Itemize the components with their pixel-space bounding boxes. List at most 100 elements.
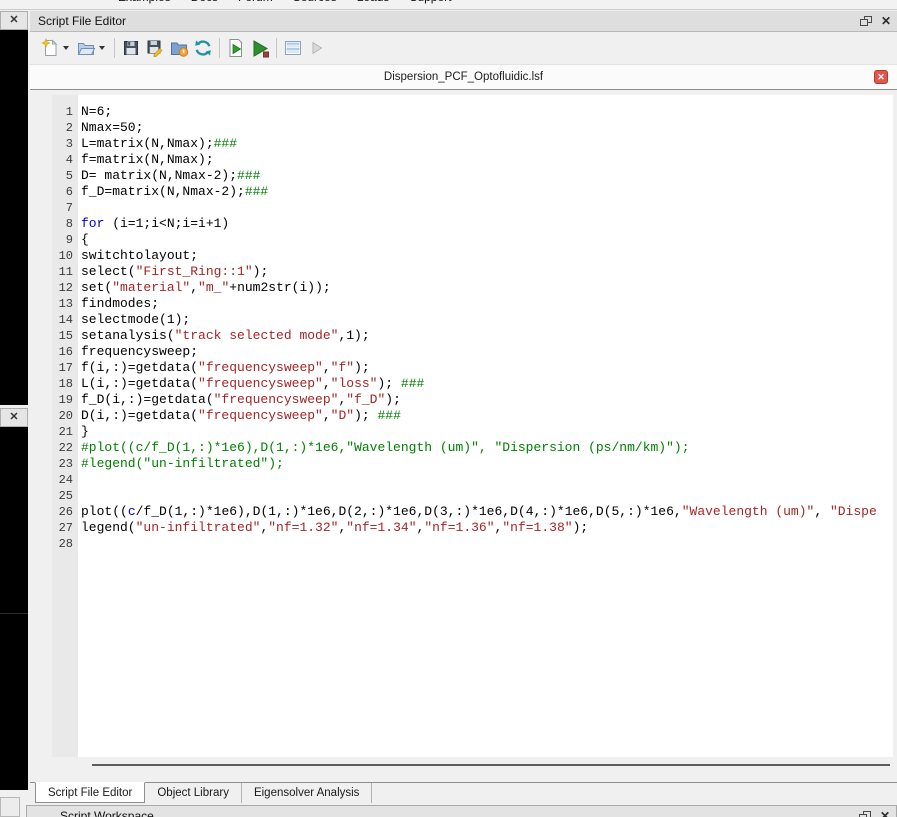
code-token: "nf=1.36" (424, 520, 494, 535)
line-number: 22 (52, 440, 78, 456)
code-line[interactable]: for (i=1;i<N;i=i+1) (81, 216, 893, 232)
code-line[interactable]: findmodes; (81, 296, 893, 312)
horizontal-scrollbar[interactable] (92, 764, 890, 766)
line-number: 4 (52, 152, 78, 168)
code-token: frequencysweep; (81, 344, 198, 359)
line-number: 27 (52, 520, 78, 536)
open-script-dropdown-icon[interactable] (99, 46, 105, 50)
code-line[interactable]: Nmax=50; (81, 120, 893, 136)
folder-badge-button[interactable] (167, 36, 191, 60)
code-token: ### (401, 376, 424, 391)
code-token: f_D=matrix(N,Nmax-2); (81, 184, 245, 199)
code-token: ); (253, 264, 269, 279)
save-button[interactable] (119, 36, 143, 60)
menu-item-support[interactable]: Support (399, 0, 461, 6)
save-as-icon (145, 38, 165, 58)
bottom-tab-bar: Script File EditorObject LibraryEigensol… (30, 782, 897, 803)
save-as-button[interactable] (143, 36, 167, 60)
code-line[interactable] (81, 488, 893, 504)
code-line[interactable] (81, 472, 893, 488)
code-line[interactable]: L=matrix(N,Nmax);### (81, 136, 893, 152)
code-line[interactable]: } (81, 424, 893, 440)
code-line[interactable]: f_D=matrix(N,Nmax-2);### (81, 184, 893, 200)
code-line[interactable]: #plot((c/f_D(1,:)*1e6),D(1,:)*1e6,"Wavel… (81, 440, 893, 456)
code-token: "m_" (198, 280, 229, 295)
code-line[interactable]: legend("un-infiltrated","nf=1.32","nf=1.… (81, 520, 893, 536)
new-script-dropdown-icon[interactable] (63, 46, 69, 50)
folder-badge-icon (169, 38, 189, 58)
code-token: , (323, 376, 331, 391)
toolbar-separator (276, 38, 277, 58)
code-token: ### (245, 184, 268, 199)
code-line[interactable]: f(i,:)=getdata("frequencysweep","f"); (81, 360, 893, 376)
tab-eigensolver-analysis[interactable]: Eigensolver Analysis (242, 783, 372, 803)
code-line[interactable]: L(i,:)=getdata("frequencysweep","loss");… (81, 376, 893, 392)
code-line[interactable]: frequencysweep; (81, 344, 893, 360)
code-token: selectmode(1); (81, 312, 190, 327)
code-token: for (81, 216, 104, 231)
tab-object-library[interactable]: Object Library (145, 783, 242, 803)
new-script-button[interactable] (38, 36, 62, 60)
float-panel-icon[interactable] (860, 16, 872, 27)
code-area[interactable]: N=6;Nmax=50;L=matrix(N,Nmax);###f=matrix… (78, 95, 893, 757)
code-token: findmodes; (81, 296, 159, 311)
line-number: 14 (52, 312, 78, 328)
run-script-file-button[interactable] (224, 36, 248, 60)
code-line[interactable]: D= matrix(N,Nmax-2);### (81, 168, 893, 184)
code-line[interactable]: set("material","m_"+num2str(i)); (81, 280, 893, 296)
code-line[interactable]: f_D(i,:)=getdata("frequencysweep","f_D")… (81, 392, 893, 408)
close-file-button[interactable]: ✕ (874, 70, 888, 84)
code-token: "nf=1.32" (268, 520, 338, 535)
menu-item-docs[interactable]: Docs (181, 0, 228, 6)
code-token: ); (354, 360, 370, 375)
line-number: 15 (52, 328, 78, 344)
code-token: "frequencysweep" (198, 408, 323, 423)
menu-item-forum[interactable]: Forum (228, 0, 283, 6)
open-script-button[interactable] (74, 36, 98, 60)
float-panel-icon[interactable] (859, 811, 871, 817)
tab-script-file-editor[interactable]: Script File Editor (35, 782, 145, 803)
code-line[interactable]: f=matrix(N,Nmax); (81, 152, 893, 168)
code-token: ### (237, 168, 260, 183)
refresh-button[interactable] (191, 36, 215, 60)
code-token: { (81, 232, 89, 247)
close-icon[interactable]: ✕ (9, 412, 18, 423)
line-number-gutter: 1234567891011121314151617181920212223242… (52, 95, 78, 757)
code-token: #legend("un-infiltrated"); (81, 456, 284, 471)
panel-title-bar: Script File Editor ✕ (30, 11, 897, 32)
code-token: "Dispe (830, 504, 877, 519)
line-number: 23 (52, 456, 78, 472)
code-line[interactable]: plot((c/f_D(1,:)*1e6),D(1,:)*1e6,D(2,:)*… (81, 504, 893, 520)
line-number: 7 (52, 200, 78, 216)
close-panel-icon[interactable]: ✕ (880, 810, 890, 817)
toolbar-separator (219, 38, 220, 58)
code-token: ); (377, 376, 400, 391)
left-dock-header-bottom: ✕ (0, 408, 28, 427)
code-line[interactable]: N=6; (81, 104, 893, 120)
script-list-icon (283, 38, 303, 58)
code-token: setanalysis( (81, 328, 175, 343)
line-number: 9 (52, 232, 78, 248)
close-icon[interactable]: ✕ (9, 15, 18, 26)
code-line[interactable] (81, 200, 893, 216)
menu-item-loads[interactable]: Loads (347, 0, 400, 6)
menu-item-examples[interactable]: Examples (108, 0, 181, 6)
code-line[interactable]: selectmode(1); (81, 312, 893, 328)
code-token: (i=1;i<N;i=i+1) (104, 216, 229, 231)
close-panel-icon[interactable]: ✕ (881, 15, 891, 27)
menu-item-sources[interactable]: Sources (283, 0, 347, 6)
code-line[interactable]: select("First_Ring::1"); (81, 264, 893, 280)
code-line[interactable]: D(i,:)=getdata("frequencysweep","D"); ##… (81, 408, 893, 424)
script-list-button[interactable] (281, 36, 305, 60)
code-line[interactable]: switchtolayout; (81, 248, 893, 264)
new-script-icon (40, 38, 60, 58)
code-line[interactable]: #legend("un-infiltrated"); (81, 456, 893, 472)
code-editor[interactable]: 1234567891011121314151617181920212223242… (52, 95, 893, 757)
code-line[interactable]: setanalysis("track selected mode",1); (81, 328, 893, 344)
code-line[interactable] (81, 536, 893, 552)
code-line[interactable]: { (81, 232, 893, 248)
run-script-file-icon (226, 38, 246, 58)
run-script-button[interactable] (248, 36, 272, 60)
code-token: "frequencysweep" (214, 392, 339, 407)
line-number: 18 (52, 376, 78, 392)
